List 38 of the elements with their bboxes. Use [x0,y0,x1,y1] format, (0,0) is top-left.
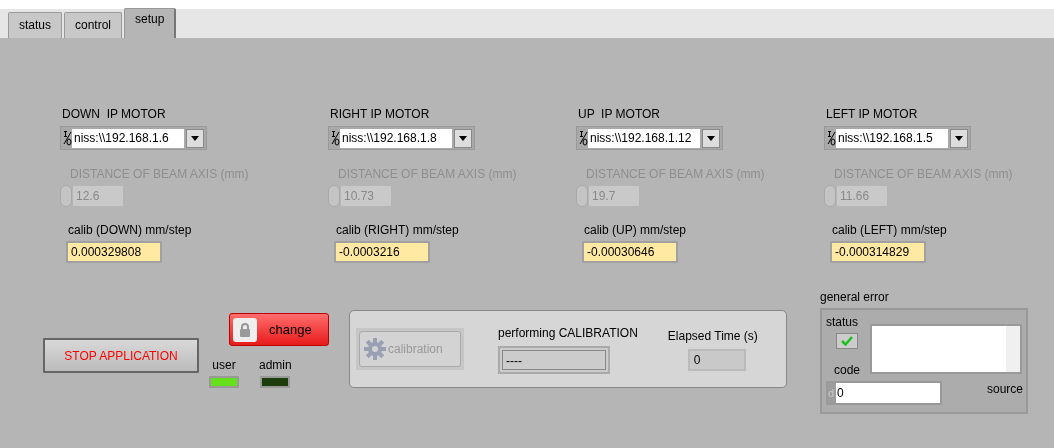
caret-icon [191,135,199,141]
motor-title: DOWN IP MOTOR [62,106,167,123]
field-label: calib (RIGHT) mm/step [336,222,460,239]
distance-field: 11.66 [837,186,887,206]
distance-field: 12.6 [73,186,123,206]
field-label: status [826,314,859,331]
field-label: calib (UP) mm/step [584,222,688,239]
field-label: performing CALIBRATION [498,325,638,342]
distance-field: 19.7 [589,186,639,206]
led-label: admin [259,357,292,374]
scrollbar[interactable] [1006,326,1020,372]
caret-icon [707,135,715,141]
io-icon [63,130,72,146]
tab[interactable]: setup [124,8,177,38]
elapsed-time-field: 0 [687,349,746,371]
change-button[interactable]: change [229,313,329,346]
field-label: calib (LEFT) mm/step [832,222,948,239]
motor-title: RIGHT IP MOTOR [330,106,431,123]
caret-icon [955,135,963,141]
led-label: user [211,357,237,374]
lock-icon [239,322,251,337]
field-label: calib (DOWN) mm/step [68,222,193,239]
motor-title: LEFT IP MOTOR [826,106,919,123]
distance-field: 10.73 [341,186,391,206]
cluster-title: general error [820,289,890,306]
field-label: Elapsed Time (s) [667,328,758,345]
field-label: source [986,381,1023,398]
gear-icon [364,338,386,360]
field-label: code [834,362,862,379]
status-field: ---- [498,346,610,374]
caret-icon [459,135,467,141]
motor-title: UP IP MOTOR [578,106,662,123]
io-icon [579,130,588,146]
check-icon [841,336,853,346]
tab[interactable]: control [64,12,123,38]
io-icon [827,130,836,146]
tab[interactable]: status [8,12,62,38]
io-icon [331,130,340,146]
